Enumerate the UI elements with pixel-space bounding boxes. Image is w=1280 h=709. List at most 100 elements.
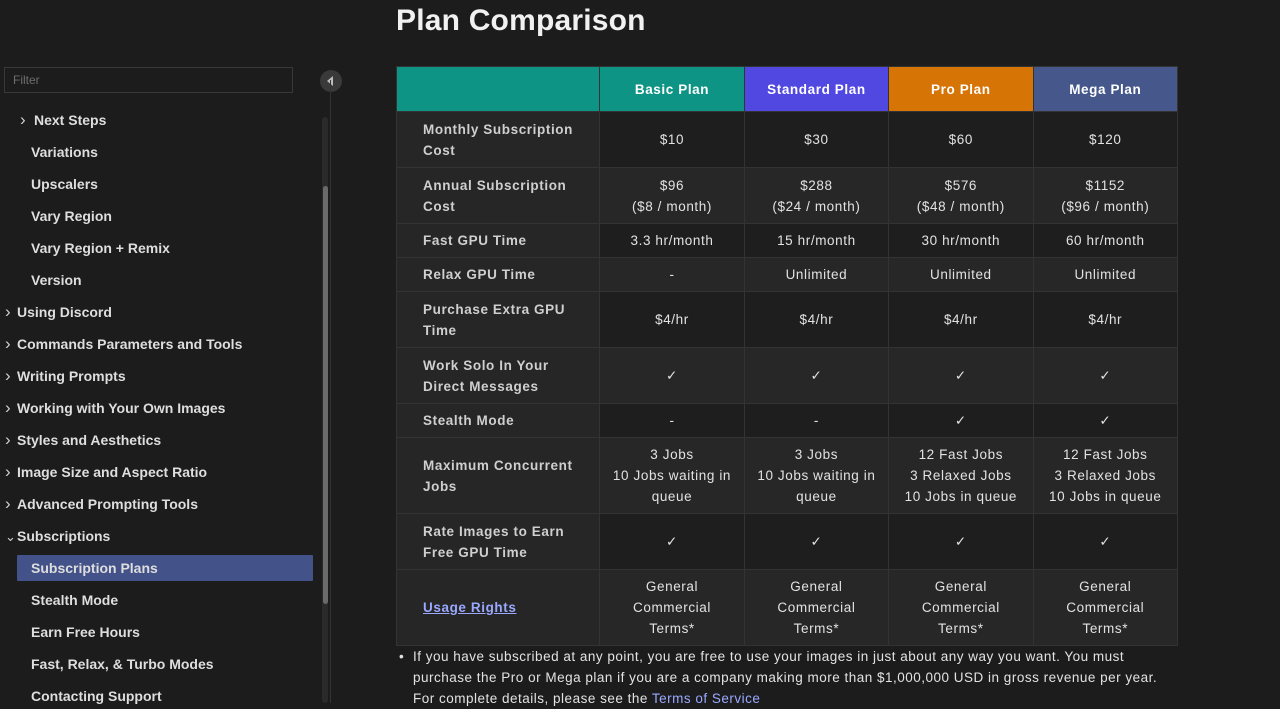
terms-of-service-link[interactable]: Terms of Service xyxy=(652,691,761,706)
sidebar-item-label: Contacting Support xyxy=(31,688,162,704)
chevron-right-icon: › xyxy=(5,430,11,449)
table-cell: $60 xyxy=(888,111,1034,168)
check-icon: ✓ xyxy=(1032,403,1179,438)
table-cell: - xyxy=(743,403,890,438)
sidebar-item[interactable]: Contacting Support xyxy=(17,683,162,709)
sidebar-item[interactable]: Upscalers xyxy=(17,171,98,197)
sidebar-item[interactable]: Subscription Plans xyxy=(17,555,313,581)
sidebar-item[interactable]: Vary Region xyxy=(17,203,112,229)
table-cell: $30 xyxy=(743,111,890,168)
chevron-right-icon: › xyxy=(5,334,11,353)
row-label: Usage Rights xyxy=(395,569,601,646)
row-label: Purchase Extra GPU Time xyxy=(395,291,601,348)
table-cell: $288 ($24 / month) xyxy=(743,167,890,224)
sidebar-item[interactable]: Earn Free Hours xyxy=(17,619,140,645)
table-cell: 60 hr/month xyxy=(1032,223,1179,258)
check-icon: ✓ xyxy=(888,513,1034,570)
sidebar-item[interactable]: Vary Region + Remix xyxy=(17,235,170,261)
sidebar-item[interactable]: Variations xyxy=(17,139,98,165)
sidebar-item-label: Fast, Relax, & Turbo Modes xyxy=(31,656,214,672)
row-label: Relax GPU Time xyxy=(395,257,601,292)
table-cell: $4/hr xyxy=(743,291,890,348)
table-row: Annual Subscription Cost $96 ($8 / month)… xyxy=(395,167,1179,224)
check-icon: ✓ xyxy=(599,347,745,404)
table-cell: General Commercial Terms* xyxy=(743,569,890,646)
page-title: Plan Comparison xyxy=(396,4,646,37)
plan-comparison-table: Basic Plan Standard Plan Pro Plan Mega Plan… xyxy=(395,66,1179,646)
table-cell: General Commercial Terms* xyxy=(1032,569,1179,646)
plan-header: Standard Plan xyxy=(743,66,890,112)
scrollbar-thumb[interactable] xyxy=(323,186,328,604)
sidebar-item[interactable]: Fast, Relax, & Turbo Modes xyxy=(17,651,214,677)
sidebar-item-label: Subscriptions xyxy=(17,528,111,544)
check-icon: ✓ xyxy=(1032,347,1179,404)
sidebar-item-label: Upscalers xyxy=(31,176,98,192)
chevron-right-icon: › xyxy=(5,494,11,513)
filter-input[interactable] xyxy=(4,67,293,93)
chevron-right-icon: › xyxy=(5,462,11,481)
check-icon: ✓ xyxy=(743,513,890,570)
table-row: Fast GPU Time 3.3 hr/month 15 hr/month 30 h… xyxy=(395,223,1179,258)
sidebar: › Next Steps Variations Upscalers Vary Regio… xyxy=(0,0,342,704)
check-icon: ✓ xyxy=(888,403,1034,438)
header-corner-cell xyxy=(395,66,601,112)
sidebar-item-label: Variations xyxy=(31,144,98,160)
usage-note-text: If you have subscribed at any point, you… xyxy=(413,649,1158,706)
check-icon: ✓ xyxy=(1032,513,1179,570)
table-cell: 30 hr/month xyxy=(888,223,1034,258)
table-cell: $4/hr xyxy=(599,291,745,348)
sidebar-item[interactable]: Version xyxy=(17,267,82,293)
sidebar-item[interactable]: › Commands Parameters and Tools xyxy=(5,331,242,357)
table-cell: 15 hr/month xyxy=(743,223,890,258)
table-cell: 3.3 hr/month xyxy=(599,223,745,258)
row-label: Rate Images to Earn Free GPU Time xyxy=(395,513,601,570)
table-cell: - xyxy=(599,403,745,438)
check-icon: ✓ xyxy=(599,513,745,570)
collapse-sidebar-button[interactable] xyxy=(320,70,342,92)
usage-note: • If you have subscribed at any point, y… xyxy=(399,646,1183,709)
usage-rights-link[interactable]: Usage Rights xyxy=(423,600,516,615)
row-label: Monthly Subscription Cost xyxy=(395,111,601,168)
sidebar-item[interactable]: › Advanced Prompting Tools xyxy=(5,491,198,517)
sidebar-item-label: Writing Prompts xyxy=(17,368,126,384)
sidebar-item-label: Using Discord xyxy=(17,304,112,320)
sidebar-item[interactable]: › Image Size and Aspect Ratio xyxy=(5,459,207,485)
table-row: Maximum Concurrent Jobs 3 Jobs 10 Jobs wa… xyxy=(395,437,1179,514)
table-cell: $1152 ($96 / month) xyxy=(1032,167,1179,224)
sidebar-item-label: Version xyxy=(31,272,82,288)
table-cell: Unlimited xyxy=(888,257,1034,292)
sidebar-item-label: Image Size and Aspect Ratio xyxy=(17,464,208,480)
check-icon: ✓ xyxy=(888,347,1034,404)
sidebar-item[interactable]: › Using Discord xyxy=(5,299,112,325)
table-cell: $10 xyxy=(599,111,745,168)
sidebar-item-label: Earn Free Hours xyxy=(31,624,140,640)
sidebar-item[interactable]: Stealth Mode xyxy=(17,587,118,613)
sidebar-item-label: Stealth Mode xyxy=(31,592,119,608)
sidebar-item[interactable]: › Next Steps xyxy=(17,107,106,133)
check-icon: ✓ xyxy=(743,347,890,404)
table-cell: Unlimited xyxy=(1032,257,1179,292)
table-cell: 12 Fast Jobs 3 Relaxed Jobs 10 Jobs in q… xyxy=(1032,437,1179,514)
plan-header: Basic Plan xyxy=(599,66,745,112)
table-cell: $96 ($8 / month) xyxy=(599,167,745,224)
row-label: Fast GPU Time xyxy=(395,223,601,258)
table-cell: Unlimited xyxy=(743,257,890,292)
sidebar-item[interactable]: › Working with Your Own Images xyxy=(5,395,225,421)
sidebar-item-label: Working with Your Own Images xyxy=(17,400,226,416)
chevron-right-icon: › xyxy=(5,398,11,417)
sidebar-item-label: Advanced Prompting Tools xyxy=(17,496,198,512)
sidebar-item-label: Commands Parameters and Tools xyxy=(17,336,243,352)
table-cell: 3 Jobs 10 Jobs waiting in queue xyxy=(743,437,890,514)
sidebar-item[interactable]: › Writing Prompts xyxy=(5,363,126,389)
table-cell: - xyxy=(599,257,745,292)
row-label: Maximum Concurrent Jobs xyxy=(395,437,601,514)
sidebar-item[interactable]: › Styles and Aesthetics xyxy=(5,427,161,453)
sidebar-item-label: Vary Region xyxy=(31,208,112,224)
table-row: Usage Rights General Commercial Terms* Gen… xyxy=(395,569,1179,646)
table-cell: 12 Fast Jobs 3 Relaxed Jobs 10 Jobs in q… xyxy=(888,437,1034,514)
sidebar-item-label: Vary Region + Remix xyxy=(31,240,170,256)
sidebar-item[interactable]: ⌄Subscriptions xyxy=(5,523,110,549)
plan-header: Pro Plan xyxy=(888,66,1034,112)
sidebar-item-label: Next Steps xyxy=(34,112,107,128)
plan-header: Mega Plan xyxy=(1032,66,1179,112)
